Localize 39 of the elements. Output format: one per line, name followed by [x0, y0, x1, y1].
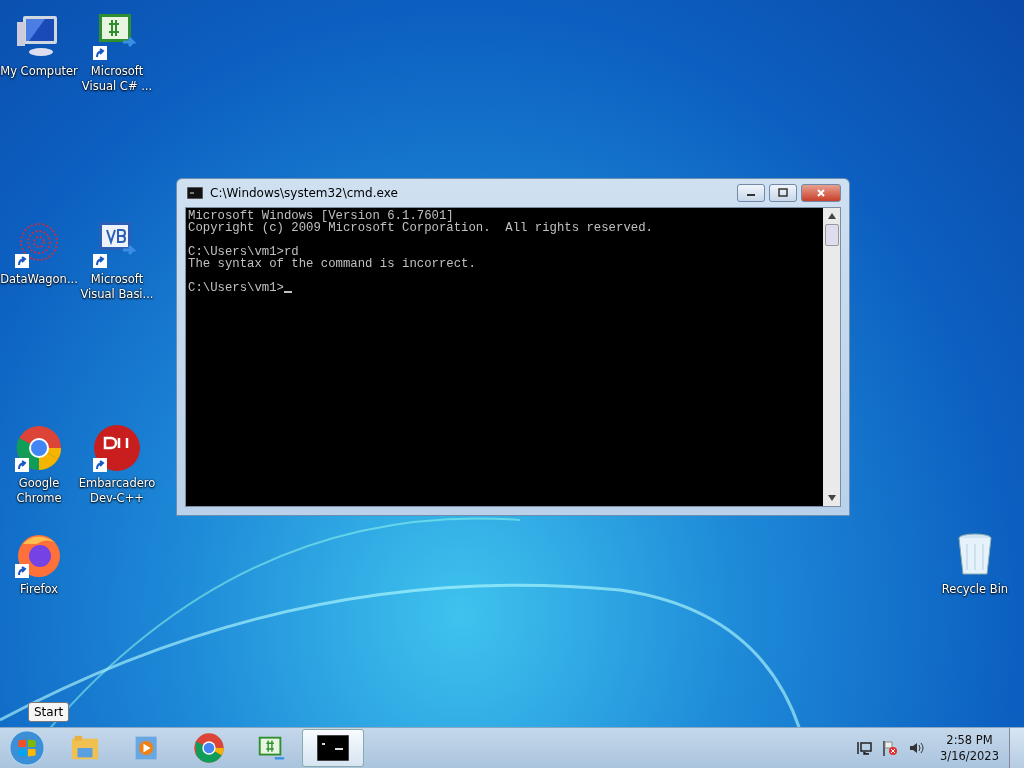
icon-label[interactable]: Microsoft Visual C# ...	[78, 64, 156, 94]
icon-label[interactable]: Google Chrome	[0, 476, 78, 506]
show-desktop-button[interactable]	[1009, 728, 1024, 768]
chrome-icon[interactable]	[15, 424, 63, 472]
console-line: Copyright (c) 2009 Microsoft Corporation. All rights reserved.	[188, 222, 653, 234]
minimize-button[interactable]	[737, 184, 765, 202]
console-icon	[317, 735, 349, 761]
maximize-button[interactable]	[769, 184, 797, 202]
icon-label[interactable]: Embarcadero Dev-C++	[78, 476, 156, 506]
scroll-down-icon[interactable]	[827, 495, 836, 501]
chrome-icon	[193, 732, 225, 764]
icon-label[interactable]: My Computer	[0, 64, 78, 79]
console-line: C:\Users\vm1>rd	[188, 246, 299, 258]
flag-error-icon[interactable]	[882, 740, 899, 756]
devcpp-icon[interactable]	[93, 424, 141, 472]
console-line: Microsoft Windows [Version 6.1.7601]	[188, 210, 454, 222]
volume-icon[interactable]	[908, 740, 925, 756]
clock-date: 3/16/2023	[940, 748, 999, 764]
vertical-scrollbar[interactable]	[823, 208, 840, 506]
icon-label[interactable]: DataWagon...	[0, 272, 78, 287]
clock[interactable]: 2:58 PM 3/16/2023	[940, 732, 999, 764]
console-icon	[187, 187, 203, 199]
icon-label[interactable]: Recycle Bin	[936, 582, 1014, 597]
scroll-up-icon[interactable]	[827, 213, 836, 219]
windows-logo-icon	[8, 729, 46, 767]
close-button[interactable]	[801, 184, 841, 202]
console-line: C:\Users\vm1>	[188, 282, 284, 294]
cmd-taskbar-button[interactable]	[302, 729, 364, 767]
window-title: C:\Windows\system32\cmd.exe	[210, 186, 399, 200]
network-icon[interactable]	[856, 740, 873, 756]
icon-label[interactable]: Firefox	[0, 582, 78, 597]
maximize-icon	[778, 188, 788, 198]
console-line: The syntax of the command is incorrect.	[188, 258, 476, 270]
text-cursor	[283, 291, 292, 293]
icon-label[interactable]: Microsoft Visual Basi...	[78, 272, 156, 302]
tooltip: Start	[28, 702, 70, 722]
clock-time: 2:58 PM	[946, 732, 993, 748]
scroll-thumb[interactable]	[824, 224, 839, 246]
close-icon	[816, 188, 826, 198]
